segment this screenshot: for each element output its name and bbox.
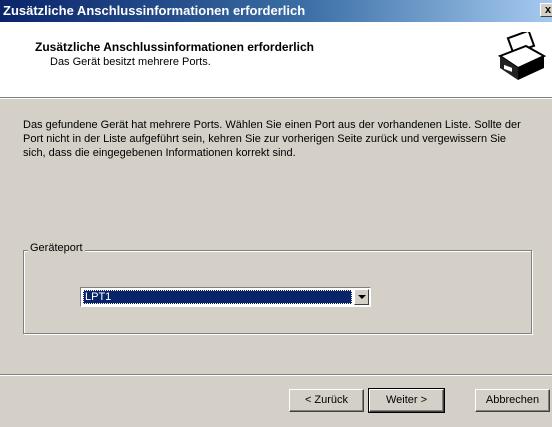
window-title: Zusätzliche Anschlussinformationen erfor… — [3, 3, 306, 18]
back-button-label: < Zurück — [304, 394, 349, 406]
close-icon: x — [544, 4, 552, 16]
close-button[interactable]: x — [540, 3, 552, 17]
back-button[interactable]: < Zurück — [289, 389, 364, 412]
header-title: Zusätzliche Anschlussinformationen erfor… — [35, 40, 314, 54]
chevron-down-icon[interactable] — [354, 289, 369, 305]
title-bar: Zusätzliche Anschlussinformationen erfor… — [0, 0, 552, 22]
footer-divider-highlight — [0, 375, 552, 376]
cancel-button-label: Abbrechen — [485, 394, 540, 406]
intro-text: Das gefundene Gerät hat mehrere Ports. W… — [23, 119, 521, 159]
port-select-value: LPT1 — [83, 290, 352, 304]
port-group-label: Geräteport — [28, 242, 85, 254]
next-button-label: Weiter > — [385, 394, 428, 406]
wizard-header: Zusätzliche Anschlussinformationen erfor… — [0, 22, 552, 98]
header-divider — [0, 98, 552, 99]
port-select[interactable]: LPT1 — [80, 287, 371, 307]
cancel-button[interactable]: Abbrechen — [475, 389, 550, 412]
printer-icon — [497, 32, 547, 80]
next-button[interactable]: Weiter > — [368, 388, 445, 413]
header-subtitle: Das Gerät besitzt mehrere Ports. — [50, 56, 211, 68]
